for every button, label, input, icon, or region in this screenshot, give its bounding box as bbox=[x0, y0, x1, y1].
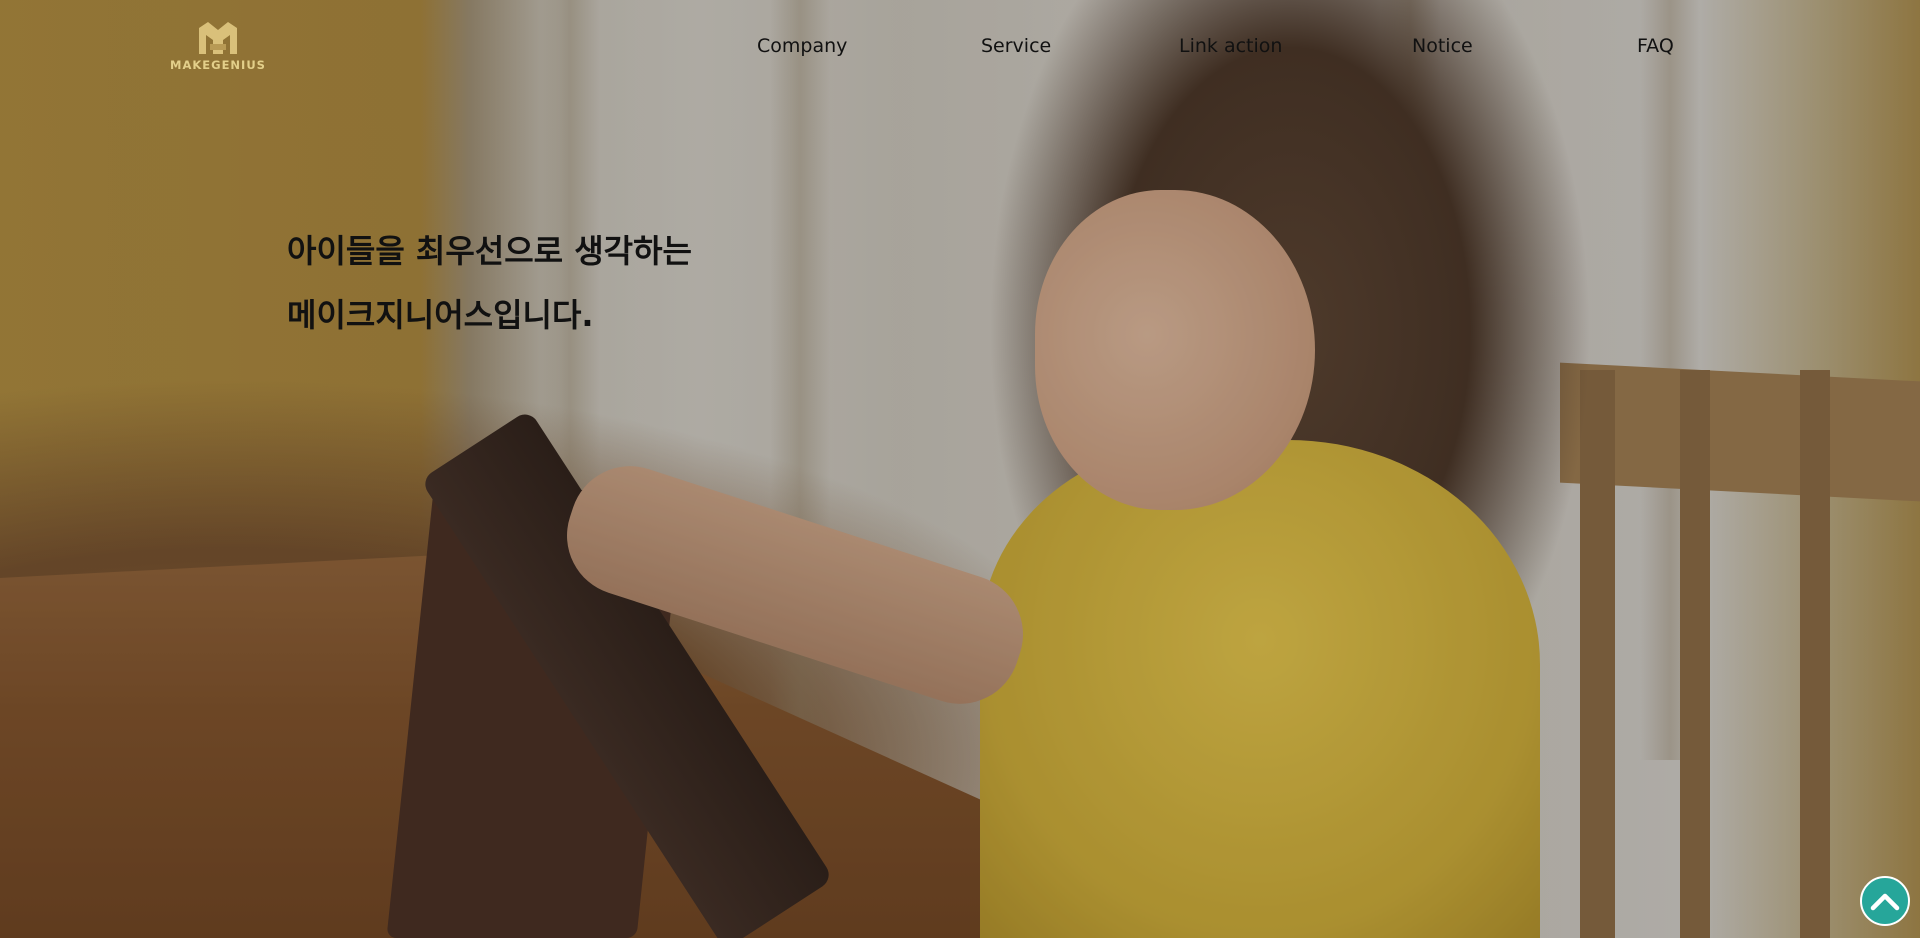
chair bbox=[1560, 370, 1920, 938]
nav-link-action[interactable]: Link action bbox=[1179, 35, 1282, 57]
chevron-up-icon bbox=[1870, 893, 1900, 911]
hero-section: MAKEGENIUS Company Service Link action N… bbox=[0, 0, 1920, 938]
nav-faq[interactable]: FAQ bbox=[1637, 35, 1674, 57]
main-nav: Company Service Link action Notice FAQ bbox=[0, 35, 1920, 61]
scroll-to-top-button[interactable] bbox=[1860, 876, 1910, 926]
headline-line-2: 메이크지니어스입니다. bbox=[287, 296, 594, 334]
girl-face bbox=[1035, 190, 1315, 510]
hero-headline: 아이들을 최우선으로 생각하는 메이크지니어스입니다. bbox=[287, 219, 692, 347]
girl-shirt bbox=[980, 440, 1540, 938]
nav-notice[interactable]: Notice bbox=[1412, 35, 1473, 57]
site-header: MAKEGENIUS Company Service Link action N… bbox=[0, 0, 1920, 95]
nav-service[interactable]: Service bbox=[981, 35, 1051, 57]
nav-company[interactable]: Company bbox=[757, 35, 847, 57]
headline-line-1: 아이들을 최우선으로 생각하는 bbox=[287, 232, 693, 270]
